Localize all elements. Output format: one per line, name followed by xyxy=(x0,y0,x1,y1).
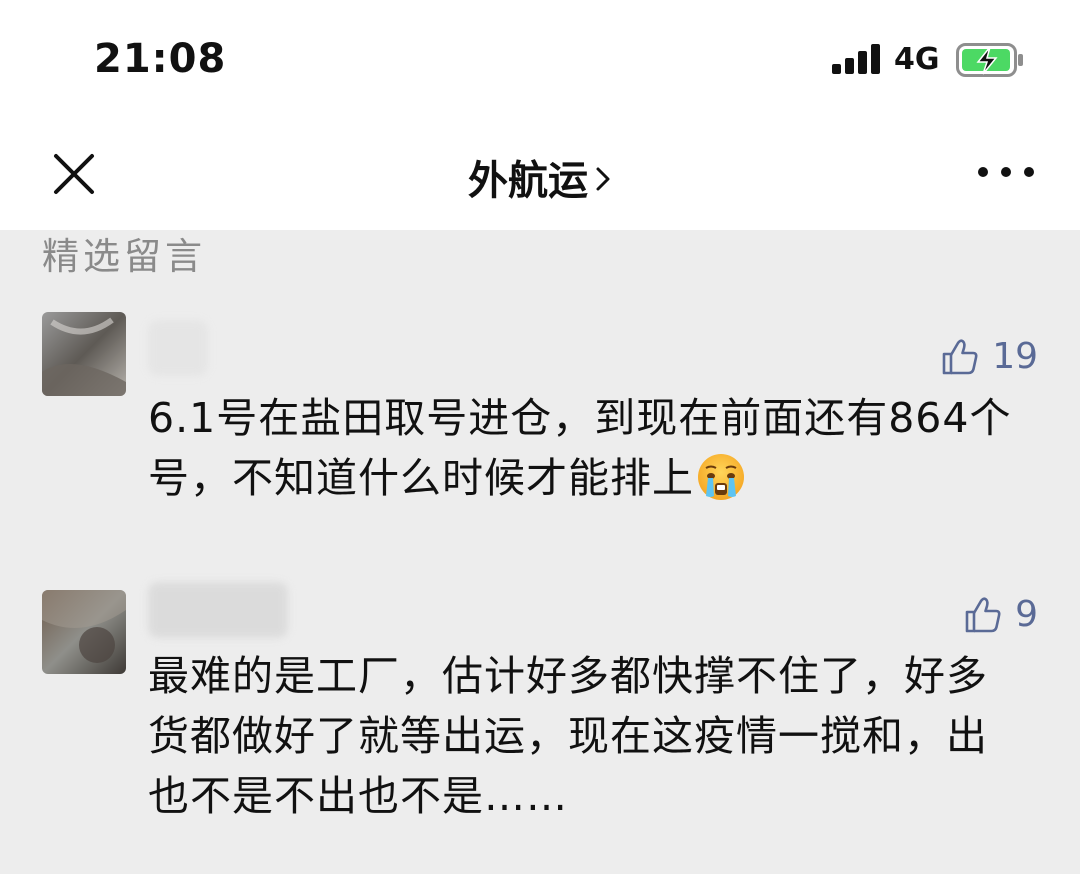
comment-text: 6.1号在盐田取号进仓，到现在前面还有864个 号，不知道什么时候才能排上 xyxy=(148,388,1048,508)
nav-bar: 外航运 xyxy=(0,118,1080,230)
network-type: 4G xyxy=(894,42,940,77)
like-button[interactable]: 19 xyxy=(940,336,1038,377)
comment-line: 货都做好了就等出运，现在这疫情一搅和，出 xyxy=(148,712,988,760)
signal-bars-icon xyxy=(832,44,882,74)
section-label: 精选留言 xyxy=(42,235,206,278)
comment-line: 最难的是工厂，估计好多都快撑不住了，好多 xyxy=(148,652,988,700)
like-count: 19 xyxy=(992,336,1038,377)
account-title-link[interactable]: 外航运 xyxy=(0,148,1080,206)
user-name-redacted xyxy=(148,582,288,638)
battery-charging-icon xyxy=(956,43,1026,77)
comment-line: 号，不知道什么时候才能排上 xyxy=(148,454,694,502)
thumbs-up-icon xyxy=(942,338,978,374)
thumbs-up-icon xyxy=(965,596,1001,632)
avatar[interactable] xyxy=(42,312,126,396)
status-time: 21:08 xyxy=(94,36,227,82)
comment-line: 也不是不出也不是…… xyxy=(148,772,568,820)
comment-text: 最难的是工厂，估计好多都快撑不住了，好多 货都做好了就等出运，现在这疫情一搅和，… xyxy=(148,646,1048,826)
status-bar: 21:08 4G xyxy=(0,0,1080,118)
crying-face-emoji xyxy=(698,454,744,500)
more-icon[interactable] xyxy=(978,162,1034,182)
chevron-right-icon xyxy=(596,167,610,191)
avatar[interactable] xyxy=(42,590,126,674)
account-title: 外航运 xyxy=(468,158,588,204)
user-name-redacted xyxy=(148,320,208,376)
like-button[interactable]: 9 xyxy=(963,594,1038,635)
comment-line-with-emoji: 号，不知道什么时候才能排上 xyxy=(148,448,1048,508)
like-count: 9 xyxy=(1015,594,1038,635)
comment-line: 6.1号在盐田取号进仓，到现在前面还有864个 xyxy=(148,394,1012,442)
